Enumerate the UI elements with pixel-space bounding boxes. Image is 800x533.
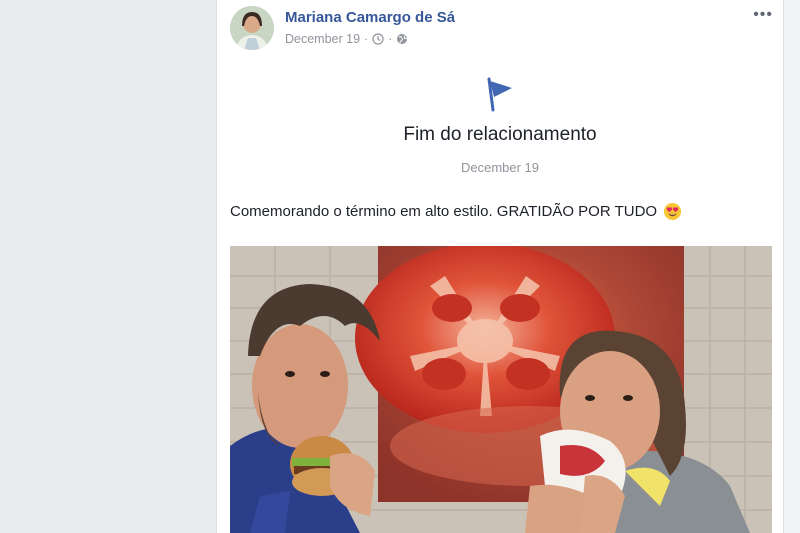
meta-separator-2: · bbox=[388, 32, 393, 46]
heart-eyes-emoji-icon bbox=[664, 202, 682, 221]
author-avatar[interactable] bbox=[230, 6, 274, 50]
avatar-photo bbox=[230, 6, 274, 50]
post-card: Mariana Camargo de Sá December 19 · · ••… bbox=[216, 0, 784, 533]
life-event-title: Fim do relacionamento bbox=[403, 124, 597, 145]
post-photo[interactable] bbox=[230, 246, 772, 533]
post-options-button[interactable]: ••• bbox=[753, 6, 773, 24]
life-event-date: December 19 bbox=[460, 160, 540, 175]
page-right-gutter bbox=[783, 0, 800, 533]
post-date[interactable]: December 19 bbox=[285, 32, 360, 46]
globe-icon[interactable] bbox=[396, 33, 408, 45]
meta-separator: · bbox=[364, 32, 369, 46]
clock-icon bbox=[372, 33, 384, 45]
flag-icon bbox=[487, 77, 512, 112]
author-name-link[interactable]: Mariana Camargo de Sá bbox=[285, 9, 455, 26]
post-text: Comemorando o término em alto estilo. GR… bbox=[230, 202, 682, 221]
post-photo-image bbox=[230, 246, 772, 533]
post-meta: December 19 · · bbox=[285, 32, 408, 46]
post-message: Comemorando o término em alto estilo. GR… bbox=[230, 203, 658, 220]
